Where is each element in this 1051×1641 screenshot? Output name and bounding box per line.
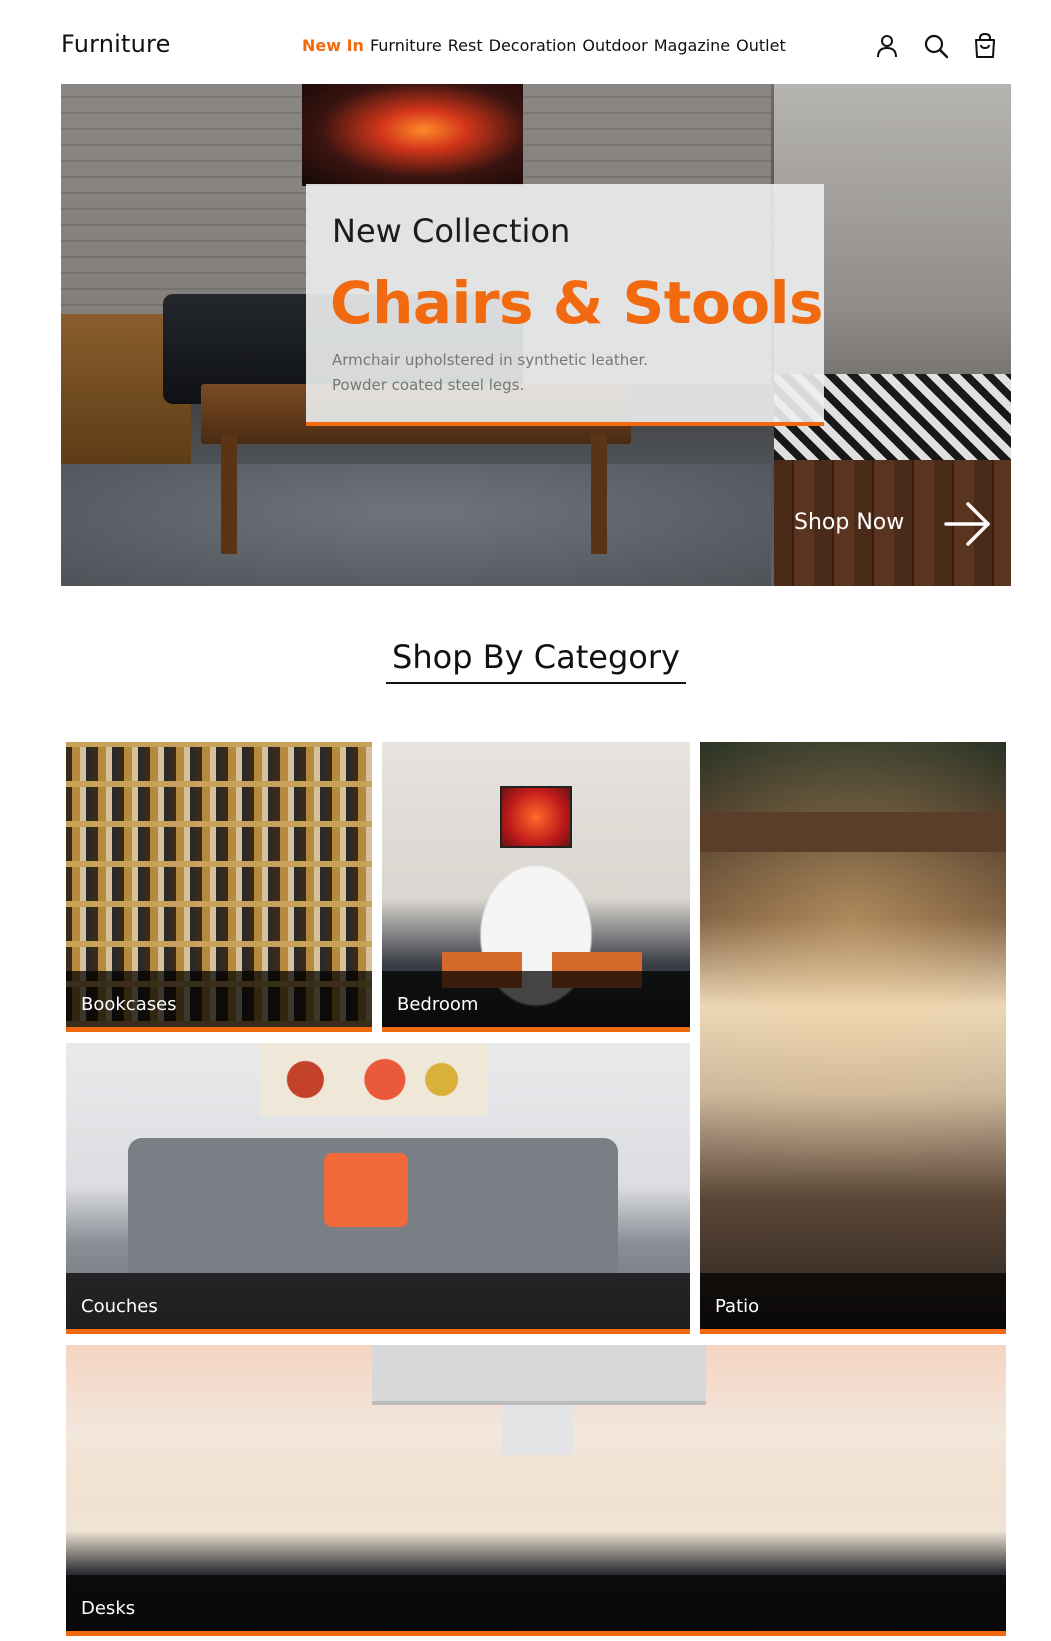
category-caption: Desks — [66, 1575, 1006, 1631]
category-caption: Patio — [700, 1273, 1006, 1329]
arrow-right-icon — [944, 502, 990, 546]
nav-item-outdoor[interactable]: Outdoor — [582, 36, 647, 55]
hero-background-table-leg — [591, 434, 607, 554]
category-tile-desks[interactable]: Desks — [66, 1345, 1006, 1636]
hero-description: Armchair upholstered in synthetic leathe… — [332, 348, 692, 398]
shop-now-label: Shop Now — [794, 510, 905, 535]
category-caption: Bookcases — [66, 971, 372, 1027]
category-tile-couches[interactable]: Couches — [66, 1043, 690, 1334]
user-icon[interactable] — [873, 32, 901, 60]
couches-pillow-image — [324, 1153, 408, 1227]
hero-banner: New Collection Chairs & Stools Armchair … — [61, 84, 1011, 586]
hero-description-line: Powder coated steel legs. — [332, 376, 525, 394]
nav-item-decoration[interactable]: Decoration — [489, 36, 577, 55]
hero-card: New Collection Chairs & Stools Armchair … — [306, 184, 824, 426]
couches-painting-image — [260, 1043, 487, 1116]
hero-background-table-leg — [221, 434, 237, 554]
category-label: Patio — [715, 1296, 760, 1317]
nav-item-rest[interactable]: Rest — [448, 36, 483, 55]
category-label: Bookcases — [81, 994, 177, 1015]
hero-eyebrow: New Collection — [332, 212, 571, 250]
nav-item-new-in[interactable]: New In — [302, 36, 364, 55]
category-label: Couches — [81, 1296, 158, 1317]
hero-title: Chairs & Stools — [330, 269, 824, 337]
category-label: Bedroom — [397, 994, 479, 1015]
hero-background-painting — [302, 84, 523, 186]
site-header: Furniture New In Furniture Rest Decorati… — [0, 0, 1051, 84]
desks-monitor-image — [372, 1345, 706, 1405]
nav-item-outlet[interactable]: Outlet — [736, 36, 786, 55]
category-caption: Bedroom — [382, 971, 690, 1027]
nav-item-furniture[interactable]: Furniture — [370, 36, 442, 55]
main-nav: New In Furniture Rest Decoration Outdoor… — [302, 36, 786, 55]
header-actions — [873, 32, 999, 60]
brand-logo[interactable]: Furniture — [61, 30, 171, 58]
nav-item-magazine[interactable]: Magazine — [654, 36, 730, 55]
category-tile-bookcases[interactable]: Bookcases — [66, 742, 372, 1032]
category-label: Desks — [81, 1598, 136, 1619]
patio-pergola-image — [700, 812, 1006, 852]
bedroom-painting-image — [500, 786, 572, 848]
hero-background-rug — [61, 464, 771, 586]
cart-icon[interactable] — [971, 32, 999, 60]
hero-description-line: Armchair upholstered in synthetic leathe… — [332, 351, 649, 369]
category-tile-patio[interactable]: Patio — [700, 742, 1006, 1334]
search-icon[interactable] — [922, 32, 950, 60]
category-caption: Couches — [66, 1273, 690, 1329]
desks-monitor-stand-image — [502, 1405, 574, 1455]
shop-now-button[interactable]: Shop Now — [774, 460, 1011, 586]
section-title-shop-by-category: Shop By Category — [386, 638, 686, 684]
category-tile-bedroom[interactable]: Bedroom — [382, 742, 690, 1032]
